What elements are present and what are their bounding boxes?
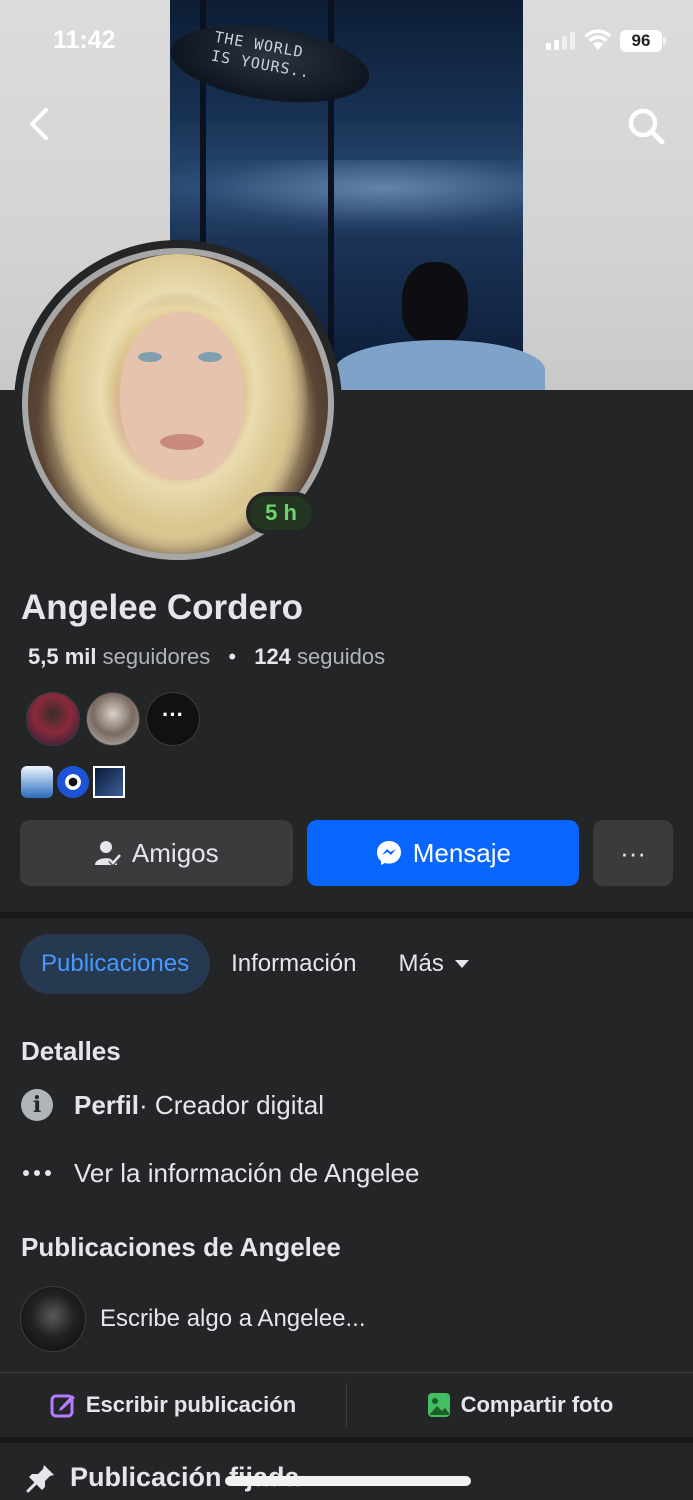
- pin-icon: [26, 1464, 54, 1492]
- avatar-lips: [160, 434, 204, 450]
- avatar-face: [120, 312, 244, 480]
- following-label: seguidos: [297, 644, 386, 669]
- tab-informacion[interactable]: Información: [210, 934, 377, 994]
- wifi-icon: [584, 29, 612, 50]
- following-count: 124: [254, 644, 291, 669]
- more-mutuals-button[interactable]: ···: [146, 692, 200, 746]
- back-arrow-icon[interactable]: [22, 102, 58, 146]
- mutual-friends[interactable]: ···: [26, 692, 200, 746]
- share-photo-label: Compartir foto: [460, 1392, 614, 1417]
- profile-name: Angelee Cordero: [21, 588, 303, 627]
- message-button[interactable]: Mensaje: [306, 820, 580, 886]
- detail-profile-value: · Creador digital: [139, 1089, 325, 1120]
- photo-icon: [427, 1393, 450, 1417]
- post-actions-bar: Escribir publicación Compartir foto: [0, 1373, 693, 1437]
- mutual-friend-avatar[interactable]: [86, 692, 140, 746]
- avatar-eye: [138, 352, 162, 362]
- mutual-friend-avatar[interactable]: [26, 692, 80, 746]
- posts-heading: Publicaciones de Angelee: [21, 1232, 341, 1262]
- caret-down-icon: [454, 960, 469, 968]
- followers-count: 5,5 mil: [28, 644, 97, 669]
- bio: [21, 766, 125, 798]
- write-post-label: Escribir publicación: [85, 1392, 297, 1417]
- profile-tabs: Publicaciones Información Más: [20, 934, 491, 994]
- see-info-label: Ver la información de Angelee: [74, 1157, 420, 1188]
- person-shirt: [335, 340, 545, 390]
- person-silhouette: [402, 262, 468, 344]
- cellular-signal-icon: [546, 32, 575, 50]
- ellipsis-icon: [20, 1156, 54, 1190]
- more-options-button[interactable]: ···: [593, 820, 673, 886]
- detail-profile-row: i Perfil · Creador digital: [20, 1088, 324, 1122]
- followers-label: seguidores: [102, 644, 211, 669]
- current-user-avatar[interactable]: [20, 1286, 86, 1352]
- stats-separator: •: [228, 644, 237, 669]
- message-button-label: Mensaje: [412, 837, 511, 868]
- status-bar: 11:42 96: [0, 0, 693, 84]
- battery-level: 96: [620, 30, 662, 52]
- profile-actions: Amigos Mensaje ···: [20, 820, 673, 886]
- search-icon[interactable]: [624, 104, 668, 148]
- nazar-eye-emoji-icon: [57, 766, 89, 798]
- section-divider: [0, 912, 693, 918]
- section-divider: [0, 1437, 693, 1443]
- battery-tip: [663, 37, 666, 45]
- friend-check-icon: [94, 841, 122, 867]
- messenger-icon: [376, 841, 401, 865]
- home-indicator[interactable]: [225, 1476, 471, 1486]
- details-heading: Detalles: [21, 1036, 121, 1066]
- see-info-link[interactable]: Ver la información de Angelee: [20, 1156, 419, 1190]
- tab-publicaciones[interactable]: Publicaciones: [20, 934, 211, 994]
- cover-clouds: [170, 160, 523, 230]
- post-composer[interactable]: Escribe algo a Angelee...: [20, 1286, 366, 1352]
- status-time: 11:42: [53, 26, 116, 54]
- night-sky-emoji-icon: [93, 766, 125, 798]
- friends-button-label: Amigos: [131, 837, 219, 868]
- follow-stats[interactable]: 5,5 mil seguidores • 124 seguidos: [28, 644, 385, 670]
- detail-profile-label: Perfil: [74, 1089, 140, 1120]
- tab-mas[interactable]: Más: [377, 934, 490, 994]
- wave-emoji-icon: [21, 766, 53, 798]
- composer-input[interactable]: Escribe algo a Angelee...: [100, 1305, 366, 1333]
- story-time-badge[interactable]: 5 h: [246, 492, 316, 534]
- friends-button[interactable]: Amigos: [20, 820, 293, 886]
- tab-mas-label: Más: [398, 950, 444, 977]
- share-photo-button[interactable]: Compartir foto: [347, 1373, 693, 1437]
- avatar-eye: [198, 352, 222, 362]
- write-post-button[interactable]: Escribir publicación: [0, 1373, 346, 1437]
- info-icon: i: [20, 1088, 54, 1122]
- edit-icon: [50, 1394, 75, 1418]
